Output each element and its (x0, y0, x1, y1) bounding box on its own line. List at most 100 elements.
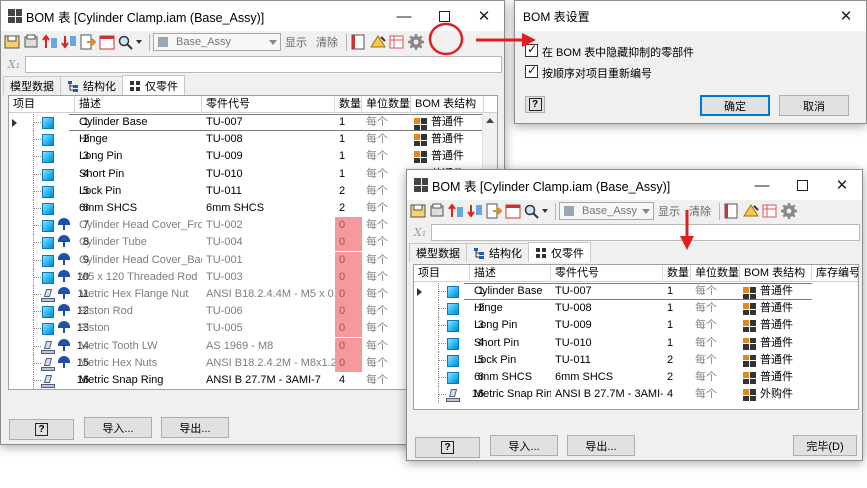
clear-button[interactable]: 清除 (689, 203, 711, 219)
part-number-cell: TU-007 (551, 283, 663, 300)
part-export-icon[interactable] (723, 202, 741, 220)
col-description-header[interactable]: 描述 (470, 265, 551, 282)
table-row[interactable]: 16 Metric Snap Ring ANSI B 27.7M - 3AMI-7 4… (414, 386, 858, 404)
export-icon[interactable] (79, 33, 97, 51)
col-qty-header[interactable]: 数量 (335, 96, 362, 113)
view-rep-value: Base_Assy (582, 205, 638, 217)
formula-input[interactable] (431, 223, 860, 241)
settings-close-button[interactable]: ✕ (826, 1, 866, 31)
settings-gear-icon[interactable] (407, 33, 425, 51)
view-rep-select[interactable]: Base_Assy (153, 33, 281, 51)
export-button[interactable]: 导出... (567, 435, 635, 456)
part-icon (447, 320, 459, 333)
show-button[interactable]: 显示 (658, 203, 680, 219)
col-qty-header[interactable]: 数量 (663, 265, 691, 282)
part-number-cell: TU-002 (206, 219, 243, 232)
qty-cell: 2 (339, 202, 346, 214)
find-dropdown-icon[interactable] (136, 40, 142, 44)
formula-input[interactable] (25, 55, 502, 73)
normal-part-icon (743, 372, 756, 384)
save-icon[interactable] (409, 202, 427, 220)
col-description-header[interactable]: 描述 (75, 96, 202, 113)
move-up-icon[interactable] (447, 202, 465, 220)
export-icon[interactable] (485, 202, 503, 220)
col-bom-structure-header[interactable]: BOM 表结构 (411, 96, 484, 113)
table-row[interactable]: 5Lock PinTU-0112每个普通件 (414, 351, 858, 369)
qty-cell: 1 (663, 283, 691, 300)
minimize-button[interactable]: — (742, 170, 782, 200)
unit-qty-cell: 每个 (366, 133, 388, 146)
tab-model-data[interactable]: 模型数据 (3, 76, 61, 95)
tab-parts-only[interactable]: 仅零件 (122, 75, 185, 95)
calendar-icon[interactable] (98, 33, 116, 51)
ok-button[interactable]: 确定 (700, 95, 770, 116)
table-row[interactable]: 1 Cylinder Base TU-007 1 每个 普通件 (9, 114, 497, 131)
close-button[interactable]: ✕ (822, 170, 862, 200)
find-dropdown-icon[interactable] (542, 209, 548, 213)
col-unit-qty-header[interactable]: 单位数量 (362, 96, 411, 113)
normal-part-icon (414, 118, 427, 130)
col-part-number-header[interactable]: 零件代号 (551, 265, 663, 282)
update-icon[interactable] (369, 33, 387, 51)
col-stock-number-header[interactable]: 库存编号 (812, 265, 858, 282)
import-button[interactable]: 导入... (84, 417, 152, 438)
table-add-icon[interactable] (388, 33, 406, 51)
save-icon[interactable] (3, 33, 21, 51)
purchased-icon (743, 389, 756, 402)
tab-structured[interactable]: 结构化 (466, 243, 529, 262)
description-cell: Long Pin (474, 319, 518, 332)
table-row[interactable]: 2 Hinge TU-008 1 每个 普通件 (9, 131, 497, 149)
show-button[interactable]: 显示 (285, 34, 307, 50)
part-icon (42, 203, 54, 215)
find-icon[interactable] (523, 202, 541, 220)
table-row[interactable]: 1 Cylinder Base TU-007 1 每个 普通件 (414, 283, 858, 300)
print-icon[interactable] (22, 33, 40, 51)
scroll-up-icon[interactable] (486, 118, 494, 123)
minimize-button[interactable]: — (384, 1, 424, 31)
col-part-number-header[interactable]: 零件代号 (202, 96, 335, 113)
clear-button[interactable]: 清除 (316, 34, 338, 50)
table-row[interactable]: 66mm SHCS6mm SHCS2每个普通件 (414, 369, 858, 386)
tab-parts-only[interactable]: 仅零件 (528, 242, 591, 262)
bom-table-icon (8, 9, 22, 23)
view-rep-select[interactable]: Base_Assy (559, 202, 654, 220)
table-add-icon[interactable] (761, 202, 779, 220)
maximize-button[interactable] (782, 170, 822, 200)
table-row[interactable]: 4Short PinTU-0101每个普通件 (414, 334, 858, 352)
col-item-header[interactable]: 项目 (9, 96, 75, 113)
settings-help-button[interactable]: ? (525, 96, 545, 113)
calendar-icon[interactable] (504, 202, 522, 220)
tab-structured[interactable]: 结构化 (60, 76, 123, 95)
close-button[interactable]: ✕ (464, 1, 504, 31)
cancel-button[interactable]: 取消 (779, 95, 849, 116)
help-button[interactable]: ? (415, 437, 480, 458)
maximize-button[interactable] (424, 1, 464, 31)
export-button[interactable]: 导出... (161, 417, 229, 438)
table-row[interactable]: 2 Hinge TU-008 1 每个 普通件 (414, 300, 858, 318)
col-unit-qty-header[interactable]: 单位数量 (691, 265, 740, 282)
hide-suppressed-checkbox[interactable] (525, 42, 538, 57)
update-icon[interactable] (742, 202, 760, 220)
toolbar-separator (555, 202, 556, 220)
col-item-header[interactable]: 项目 (414, 265, 470, 282)
help-button[interactable]: ? (9, 419, 74, 440)
description-cell: Metric Hex Nuts (79, 356, 158, 369)
standard-part-icon (41, 289, 57, 302)
find-icon[interactable] (117, 33, 135, 51)
table-row[interactable]: 3 Long Pin TU-009 1 每个 普通件 (414, 317, 858, 335)
tab-model-data[interactable]: 模型数据 (409, 243, 467, 262)
part-export-icon[interactable] (350, 33, 368, 51)
settings-gear-icon[interactable] (780, 202, 798, 220)
done-button[interactable]: 完毕(D) (793, 435, 857, 456)
renumber-checkbox[interactable] (525, 63, 538, 78)
table-row[interactable]: 3 Long Pin TU-009 1 每个 普通件 (9, 148, 497, 166)
normal-part-icon (743, 320, 756, 333)
col-bom-structure-header[interactable]: BOM 表结构 (740, 265, 812, 282)
move-up-icon[interactable] (41, 33, 59, 51)
import-button[interactable]: 导入... (490, 435, 558, 456)
move-down-icon[interactable] (60, 33, 78, 51)
qty-cell: 1 (335, 114, 362, 131)
settings-title: BOM 表设置 (523, 9, 590, 24)
print-icon[interactable] (428, 202, 446, 220)
move-down-icon[interactable] (466, 202, 484, 220)
